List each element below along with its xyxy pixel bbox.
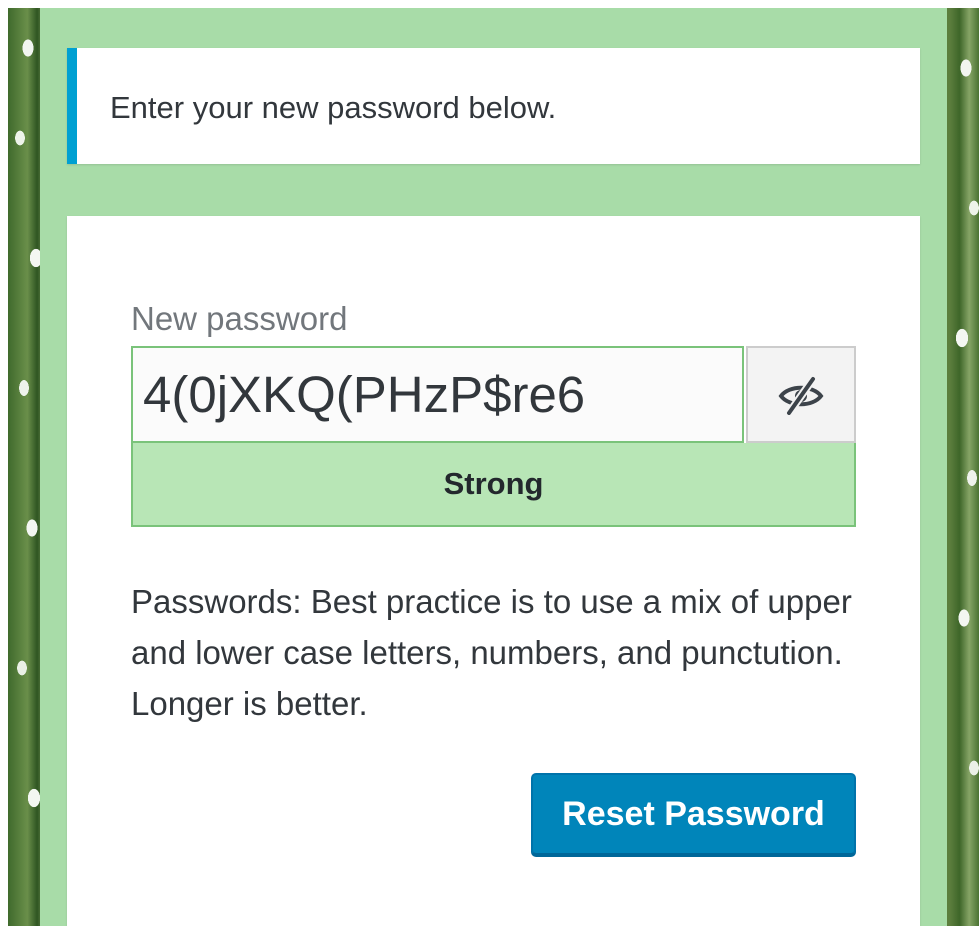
info-message: Enter your new password below. — [67, 48, 920, 164]
strength-label: Strong — [443, 466, 544, 501]
password-hint: Passwords: Best practice is to use a mix… — [131, 583, 852, 722]
new-password-label: New password — [131, 300, 348, 337]
eye-slash-icon — [778, 376, 824, 415]
password-strength-meter: Strong — [131, 443, 856, 527]
toggle-password-visibility-button[interactable] — [746, 346, 856, 443]
new-password-input[interactable] — [131, 346, 744, 443]
reset-password-form: New password Strong Passwords: Best prac… — [67, 216, 920, 926]
message-text: Enter your new password below. — [110, 90, 557, 125]
reset-password-button[interactable]: Reset Password — [531, 773, 856, 855]
